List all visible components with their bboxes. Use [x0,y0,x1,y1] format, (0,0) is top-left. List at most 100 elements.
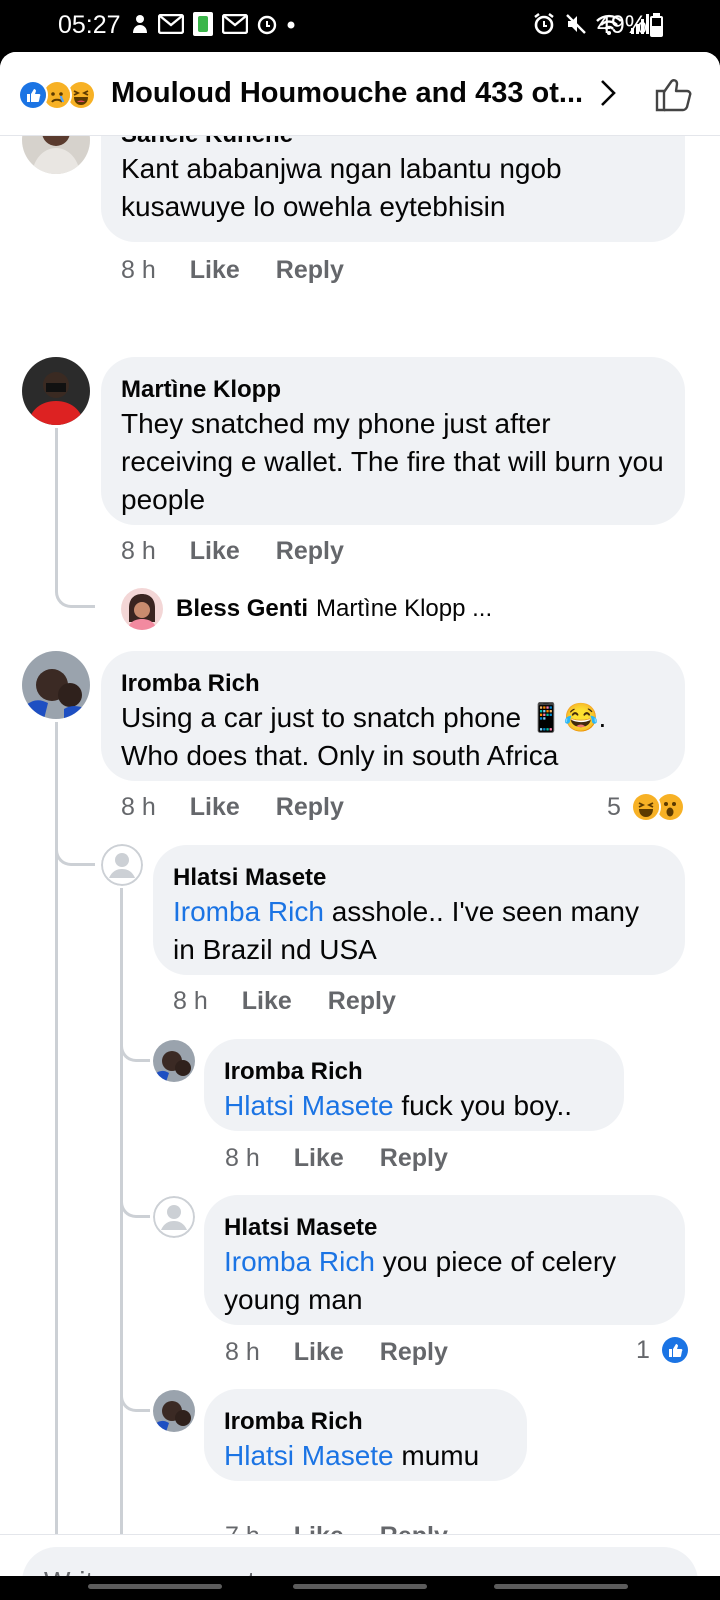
avatar-placeholder[interactable] [101,844,143,886]
reply-link[interactable]: Reply [276,793,344,822]
comment-bubble[interactable]: Sanele Kunene Kant ababanjwa ngan labant… [101,136,685,242]
comment-time: 8 h [121,255,156,284]
reply-link[interactable]: Reply [328,987,396,1016]
comment-bubble[interactable]: Iromba Rich Hlatsi Masete fuck you boy.. [204,1039,624,1131]
comment-bubble[interactable]: Iromba Rich Using a car just to snatch p… [101,651,685,781]
dot-icon [286,17,296,35]
comment-author[interactable]: Iromba Rich [224,1407,507,1437]
comment-list: Sanele Kunene Kant ababanjwa ngan labant… [0,136,720,1534]
like-link[interactable]: Like [190,537,240,566]
comment-actions: 8 h Like Reply [121,252,380,288]
reaction-count-number: 5 [607,792,621,821]
comment-composer [0,1534,720,1576]
comment-bubble[interactable]: Martìne Klopp They snatched my phone jus… [101,357,685,525]
app-notification-icon [192,11,214,42]
comment-text: Using a car just to snatch phone 📱😂. Who… [121,702,607,771]
data-saver-icon [130,13,150,40]
comment-actions: 8 h Like Reply [173,983,432,1019]
comment-text-body: fuck you boy.. [393,1090,573,1121]
avatar[interactable] [153,1040,195,1082]
comment-author[interactable]: Iromba Rich [121,669,665,699]
battery-percent: 49% [597,11,648,39]
reply-link[interactable]: Reply [380,1522,448,1535]
comment-actions: 7 h Like Reply [225,1518,484,1535]
comment-author[interactable]: Martìne Klopp [121,375,665,405]
comment-input[interactable] [22,1547,698,1576]
nav-gesture-left[interactable] [88,1584,222,1589]
comment-time: 8 h [225,1337,260,1366]
thread-line-curve [55,826,95,866]
comment-actions: 8 h Like Reply [121,789,380,825]
like-link[interactable]: Like [294,1338,344,1367]
comment-text: They snatched my phone just after receiv… [121,408,664,515]
comment-time: 8 h [121,792,156,821]
comment-text: Hlatsi Masete fuck you boy.. [224,1087,604,1125]
reply-link[interactable]: Reply [276,537,344,566]
avatar-placeholder[interactable] [153,1196,195,1238]
comment-author[interactable]: Hlatsi Masete [224,1213,665,1243]
thread-line-curve [120,1366,150,1412]
status-time: 05:27 [58,11,121,39]
comment-text: Hlatsi Masete mumu [224,1437,507,1475]
mention-link[interactable]: Hlatsi Masete [224,1440,394,1471]
alarm-icon [256,13,278,40]
comment-author[interactable]: Iromba Rich [224,1057,604,1087]
gesture-nav-bar [0,1576,720,1600]
avatar[interactable] [153,1390,195,1432]
reactions-title[interactable]: Mouloud Houmouche and 433 ot... [111,77,583,110]
like-link[interactable]: Like [242,987,292,1016]
mention-link[interactable]: Hlatsi Masete [224,1090,394,1121]
reply-link[interactable]: Reply [380,1144,448,1173]
comment-bubble[interactable]: Iromba Rich Hlatsi Masete mumu [204,1389,527,1481]
like-link[interactable]: Like [190,256,240,285]
comment-author[interactable]: Sanele Kunene [121,136,665,150]
comment-time: 8 h [173,986,208,1015]
status-bar: 05:27 49% [0,0,720,52]
reply-link[interactable]: Reply [276,256,344,285]
reply-preview-text: Martìne Klopp ... [316,595,493,622]
like-reaction-icon [659,1335,690,1365]
comment-bubble[interactable]: Hlatsi Masete Iromba Rich you piece of c… [204,1195,685,1325]
avatar[interactable] [22,136,90,174]
haha-reaction-icon [630,792,661,822]
comment-actions: 8 h Like Reply [225,1140,484,1176]
reaction-count-number: 1 [636,1335,650,1364]
avatar[interactable] [22,651,90,719]
nav-gesture-home[interactable] [293,1584,427,1589]
alarm-icon [532,12,556,41]
like-link[interactable]: Like [294,1522,344,1535]
comment-text-body: mumu [393,1440,480,1471]
mention-link[interactable]: Iromba Rich [224,1246,375,1277]
comment-time: 8 h [121,536,156,565]
avatar[interactable] [22,357,90,425]
like-link[interactable]: Like [190,793,240,822]
mention-link[interactable]: Iromba Rich [173,896,324,927]
reply-preview[interactable]: Bless Genti Martìne Klopp ... [176,592,492,626]
like-button-icon[interactable] [655,76,693,117]
gmail-icon [157,13,185,39]
comment-time: 7 h [225,1522,260,1535]
reaction-summary [18,80,106,110]
comment-time: 8 h [225,1143,260,1172]
like-reaction-icon [18,80,48,110]
gmail-icon-2 [221,13,249,39]
avatar[interactable] [121,588,163,630]
thread-line-curve [120,1016,150,1062]
reaction-count[interactable]: 1 [636,1333,690,1367]
comment-bubble[interactable]: Hlatsi Masete Iromba Rich asshole.. I've… [153,845,685,975]
comment-actions: 8 h Like Reply [121,533,380,569]
comment-text: Iromba Rich you piece of celery young ma… [224,1243,665,1319]
comments-sheet: Mouloud Houmouche and 433 ot... Sanele K… [0,52,720,1576]
chevron-right-icon[interactable] [599,78,617,113]
thread-line-curve [120,1172,150,1218]
reply-preview-author[interactable]: Bless Genti [176,595,308,623]
comment-author[interactable]: Hlatsi Masete [173,863,665,893]
mute-icon [564,12,588,41]
reaction-count[interactable]: 5 [607,790,685,824]
nav-gesture-right[interactable] [494,1584,628,1589]
comment-text: Iromba Rich asshole.. I've seen many in … [173,893,665,969]
reply-link[interactable]: Reply [380,1338,448,1367]
reactions-header[interactable]: Mouloud Houmouche and 433 ot... [0,52,720,136]
like-link[interactable]: Like [294,1144,344,1173]
thread-line-curve [55,556,95,608]
